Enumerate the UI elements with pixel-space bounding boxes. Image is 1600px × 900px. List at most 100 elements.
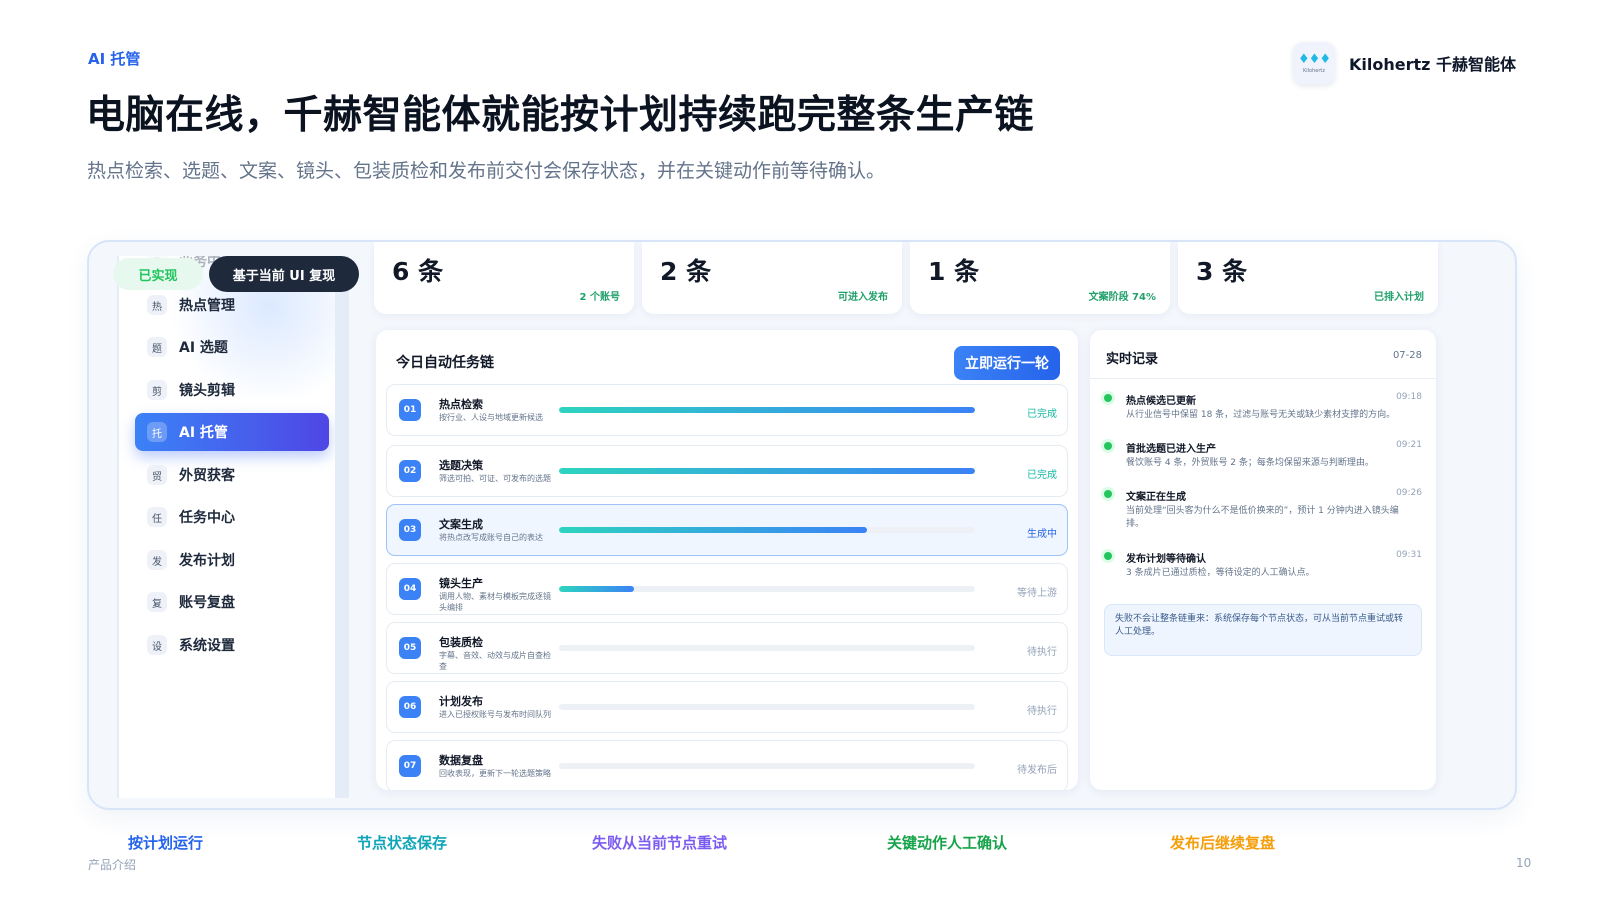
review-icon: 复 [147,592,167,612]
entry-description: 餐饮账号 4 条，外贸账号 2 条；每条均保留来源与判断理由。 [1126,458,1374,468]
step-number: 02 [399,460,421,482]
entry-title: 发布计划等待确认 [1126,554,1206,565]
page-title: 电脑在线，千赫智能体就能按计划持续跑完整条生产链 [86,93,1035,138]
sidebar-item-label: 热点管理 [179,298,235,314]
progress-fill [559,407,975,413]
panel-title: 实时记录 [1106,352,1159,367]
task-status: 已完成 [1027,470,1057,481]
feature-caption: 节点状态保存 [357,834,448,852]
progress-track [559,763,975,769]
sidebar-item-label: AI 选题 [179,340,228,356]
implemented-badge: 已实现 [113,258,203,290]
task-row[interactable]: 02 选题决策 筛选可拍、可证、可发布的选题 已完成 [386,445,1068,497]
task-name: 热点检索 [439,398,483,411]
entry-time: 09:18 [1396,392,1422,402]
progress-fill [559,586,634,592]
progress-track [559,704,975,710]
status-dot-icon [1104,490,1112,498]
divider [1090,378,1436,379]
page-subtitle: 热点检索、选题、文案、镜头、包装质检和发布前交付会保存状态，并在关键动作前等待确… [87,160,886,182]
entry-description: 3 条成片已通过质检，等待设定的人工确认点。 [1126,568,1315,578]
stat-value: 1 条 [928,257,980,286]
entry-time: 09:26 [1396,488,1422,498]
task-status: 已完成 [1027,409,1057,420]
task-row[interactable]: 03 文案生成 将热点改写成账号自己的表达 生成中 [386,504,1068,556]
sidebar-item-label: 发布计划 [179,553,235,569]
sidebar-item-label: AI 托管 [179,425,228,441]
entry-time: 09:21 [1396,440,1422,450]
feature-caption: 按计划运行 [128,834,204,852]
progress-track [559,586,975,592]
task-name: 选题决策 [439,459,483,472]
realtime-log-panel: 实时记录 07-28 热点候选已更新 09:18 从行业信号中保留 18 条，过… [1090,330,1436,790]
entry-title: 首批选题已进入生产 [1126,444,1216,455]
step-number: 06 [399,696,421,718]
sidebar-item-label: 镜头剪辑 [179,383,235,399]
feature-caption: 失败从当前节点重试 [592,834,728,852]
stat-value: 6 条 [392,257,444,286]
app-screenshot-frame: 业 业务中心 热 热点管理 题 AI 选题 剪 镜头剪辑 托 AI 托管 贸 外… [87,240,1517,810]
settings-icon: 设 [147,635,167,655]
task-row[interactable]: 04 镜头生产 调用人物、素材与模板完成逐镜头编排 等待上游 [386,563,1068,615]
sidebar-item-ai-hosting[interactable]: 托 AI 托管 [135,413,329,451]
publish-icon: 发 [147,550,167,570]
trade-icon: 贸 [147,465,167,485]
task-name: 文案生成 [439,518,483,531]
feature-caption: 关键动作人工确认 [887,834,1008,852]
entry-time: 09:31 [1396,550,1422,560]
progress-track [559,407,975,413]
footer-label: 产品介绍 [88,858,137,872]
sidebar-item-task-center[interactable]: 任 任务中心 [135,498,329,536]
hosting-icon: 托 [147,422,167,442]
stat-card: 3 条 已排入计划 [1178,242,1438,314]
sidebar-item-settings[interactable]: 设 系统设置 [135,626,329,664]
entry-description: 从行业信号中保留 18 条，过滤与账号无关或缺少素材支撑的方向。 [1126,410,1396,420]
stat-caption: 已排入计划 [1374,292,1424,303]
stat-card: 2 条 可进入发布 [642,242,902,314]
page-number: 10 [1516,856,1532,870]
task-row[interactable]: 06 计划发布 进入已授权账号与发布时间队列 待执行 [386,681,1068,733]
task-name: 包装质检 [439,636,483,649]
sidebar-item-shot-editing[interactable]: 剪 镜头剪辑 [135,371,329,409]
sidebar-item-label: 任务中心 [179,510,235,526]
task-row[interactable]: 07 数据复盘 回收表现，更新下一轮选题策略 待发布后 [386,740,1068,790]
brand-logo: ♦♦♦ Kilohertz [1293,42,1335,84]
brand: ♦♦♦ Kilohertz Kilohertz 千赫智能体 [1293,42,1516,84]
status-dot-icon [1104,442,1112,450]
task-status: 待执行 [1027,647,1057,658]
task-description: 调用人物、素材与模板完成逐镜头编排 [439,592,551,612]
task-icon: 任 [147,507,167,527]
log-date: 07-28 [1392,350,1422,361]
task-description: 字幕、音效、动效与成片自查检查 [439,651,551,671]
step-number: 05 [399,637,421,659]
task-name: 计划发布 [439,695,483,708]
status-dot-icon [1104,552,1112,560]
stat-value: 3 条 [1196,257,1248,286]
stat-caption: 文案阶段 74% [1088,292,1156,303]
task-row[interactable]: 01 热点检索 按行业、人设与地域更新候选 已完成 [386,384,1068,436]
scissors-icon: 剪 [147,380,167,400]
sidebar-item-trade-leads[interactable]: 贸 外贸获客 [135,456,329,494]
brand-name: Kilohertz 千赫智能体 [1349,55,1517,74]
sidebar-item-label: 外贸获客 [179,468,235,484]
sidebar-item-label: 账号复盘 [179,595,235,611]
status-dot-icon [1104,394,1112,402]
sidebar-item-publish-plan[interactable]: 发 发布计划 [135,541,329,579]
sidebar-item-account-review[interactable]: 复 账号复盘 [135,583,329,621]
run-now-button[interactable]: 立即运行一轮 [954,346,1060,380]
task-status: 待执行 [1027,706,1057,717]
entry-title: 文案正在生成 [1126,492,1186,503]
task-name: 数据复盘 [439,754,483,767]
sidebar-item-ai-topic[interactable]: 题 AI 选题 [135,328,329,366]
step-number: 01 [399,399,421,421]
task-status: 待发布后 [1017,765,1057,776]
task-row[interactable]: 05 包装质检 字幕、音效、动效与成片自查检查 待执行 [386,622,1068,674]
step-number: 03 [399,519,421,541]
entry-title: 热点候选已更新 [1126,396,1196,407]
stat-caption: 2 个账号 [579,292,620,303]
task-name: 镜头生产 [439,577,483,590]
task-description: 将热点改写成账号自己的表达 [439,533,543,542]
hotspot-icon: 热 [147,295,167,315]
stat-card: 6 条 2 个账号 [374,242,634,314]
task-status: 生成中 [1027,529,1057,540]
